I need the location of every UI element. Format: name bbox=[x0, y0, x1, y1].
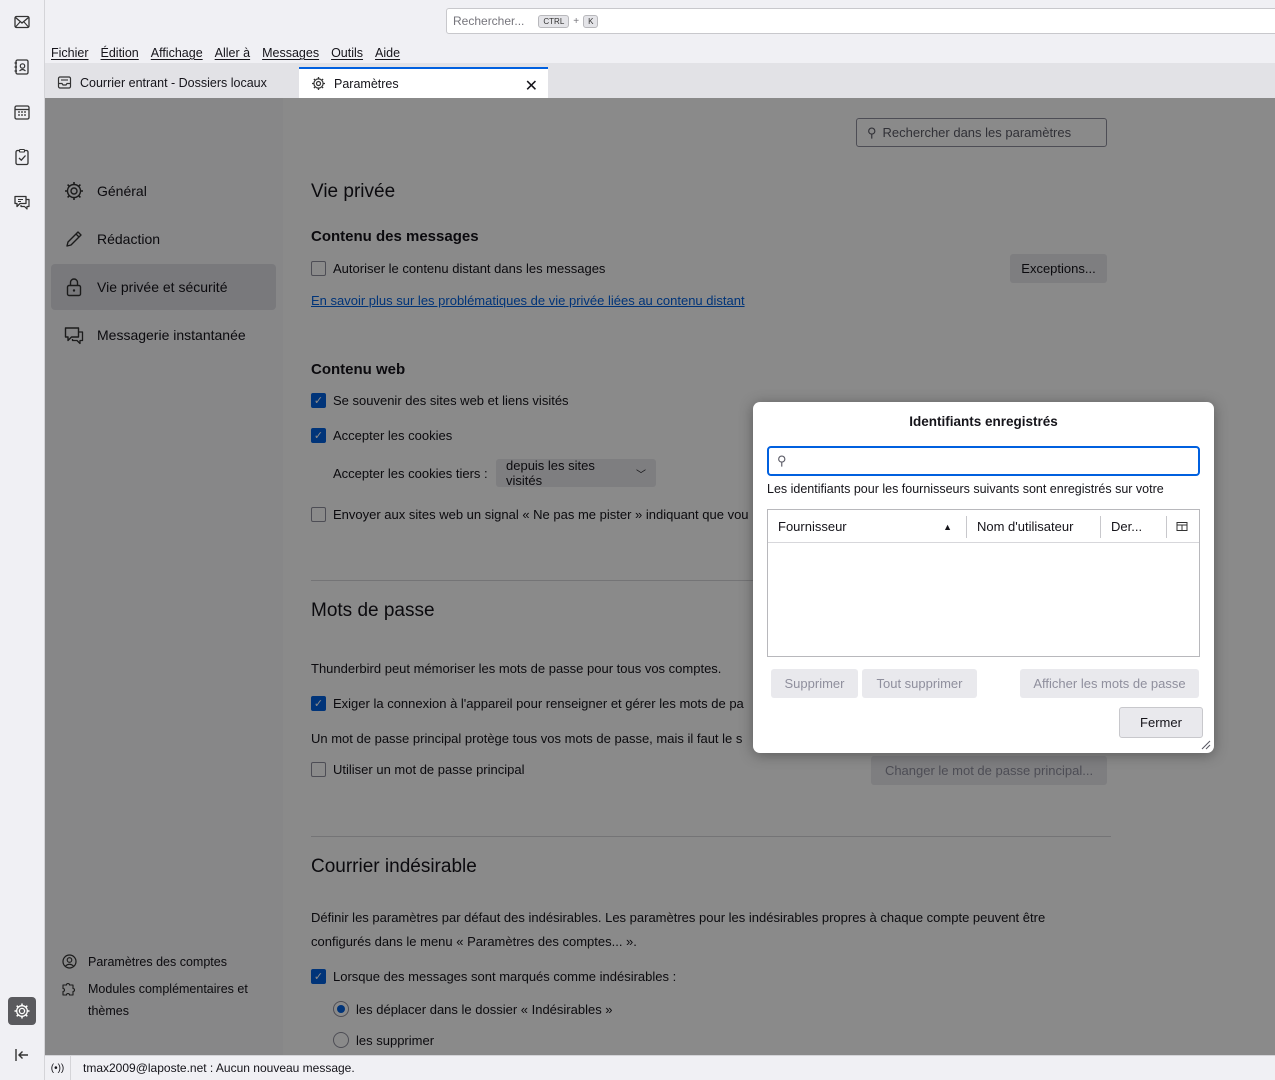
remove-button[interactable]: Supprimer bbox=[771, 669, 858, 698]
tab-inbox-label: Courrier entrant - Dossiers locaux bbox=[80, 75, 267, 90]
status-text: tmax2009@laposte.net : Aucun nouveau mes… bbox=[83, 1061, 355, 1075]
status-bar: (•)) tmax2009@laposte.net : Aucun nouvea… bbox=[45, 1055, 1275, 1080]
column-username-label: Nom d'utilisateur bbox=[977, 519, 1074, 534]
dialog-title: Identifiants enregistrés bbox=[909, 414, 1058, 429]
menu-messages[interactable]: Messages bbox=[262, 46, 319, 60]
tab-inbox[interactable]: Courrier entrant - Dossiers locaux bbox=[45, 67, 297, 98]
column-provider-label: Fournisseur bbox=[778, 519, 847, 534]
tab-bar: Courrier entrant - Dossiers locaux Param… bbox=[45, 63, 1275, 98]
remove-all-button[interactable]: Tout supprimer bbox=[862, 669, 977, 698]
column-provider[interactable]: Fournisseur ▲ bbox=[768, 510, 966, 543]
column-username[interactable]: Nom d'utilisateur bbox=[967, 510, 1100, 543]
column-last-used-label: Der... bbox=[1111, 519, 1143, 534]
sort-ascending-icon: ▲ bbox=[943, 521, 952, 532]
logins-table-body bbox=[768, 543, 1199, 655]
gear-icon[interactable] bbox=[8, 997, 36, 1025]
online-status-icon[interactable]: (•)) bbox=[45, 1056, 71, 1080]
menu-bar: Fichier Édition Affichage Aller à Messag… bbox=[45, 43, 1275, 63]
mail-icon[interactable] bbox=[8, 8, 36, 36]
collapse-icon[interactable] bbox=[8, 1041, 36, 1069]
menu-view[interactable]: Affichage bbox=[151, 46, 203, 60]
menu-help[interactable]: Aide bbox=[375, 46, 400, 60]
inbox-icon bbox=[57, 76, 72, 89]
tasks-icon[interactable] bbox=[8, 143, 36, 171]
calendar-icon[interactable] bbox=[8, 98, 36, 126]
logins-table-header: Fournisseur ▲ Nom d'utilisateur Der... bbox=[768, 510, 1199, 543]
close-dialog-button[interactable]: Fermer bbox=[1119, 707, 1203, 738]
search-icon: ⚲ bbox=[777, 453, 787, 468]
logins-search-input[interactable] bbox=[792, 453, 1173, 469]
menu-tools[interactable]: Outils bbox=[331, 46, 363, 60]
global-search-input[interactable]: Rechercher... CTRL + K bbox=[446, 8, 1275, 34]
shortcut-ctrl: CTRL bbox=[538, 14, 570, 28]
column-picker-icon[interactable] bbox=[1167, 510, 1200, 543]
address-book-icon[interactable] bbox=[8, 53, 36, 81]
unified-toolbar: Rechercher... CTRL + K bbox=[45, 0, 1275, 43]
show-passwords-button[interactable]: Afficher les mots de passe bbox=[1020, 669, 1199, 698]
column-last-used[interactable]: Der... bbox=[1101, 510, 1166, 543]
shortcut-key: K bbox=[583, 14, 599, 28]
chat-icon[interactable] bbox=[8, 188, 36, 216]
shortcut-plus: + bbox=[573, 15, 580, 27]
dialog-description: Les identifiants pour les fournisseurs s… bbox=[767, 482, 1164, 496]
spaces-toolbar bbox=[0, 0, 45, 1080]
resize-grip-icon[interactable] bbox=[1199, 738, 1211, 750]
gear-icon bbox=[312, 77, 325, 90]
menu-file[interactable]: Fichier bbox=[51, 46, 89, 60]
tab-settings-label: Paramètres bbox=[334, 76, 399, 91]
logins-table: Fournisseur ▲ Nom d'utilisateur Der... bbox=[767, 509, 1200, 657]
menu-go[interactable]: Aller à bbox=[215, 46, 250, 60]
saved-logins-dialog: Identifiants enregistrés ⚲ Les identifia… bbox=[753, 402, 1214, 753]
close-icon[interactable]: ✕ bbox=[525, 76, 538, 96]
tab-settings[interactable]: Paramètres ✕ bbox=[299, 67, 548, 98]
search-placeholder: Rechercher... bbox=[453, 14, 525, 28]
menu-edit[interactable]: Édition bbox=[101, 46, 139, 60]
logins-search-field[interactable]: ⚲ bbox=[767, 446, 1200, 476]
